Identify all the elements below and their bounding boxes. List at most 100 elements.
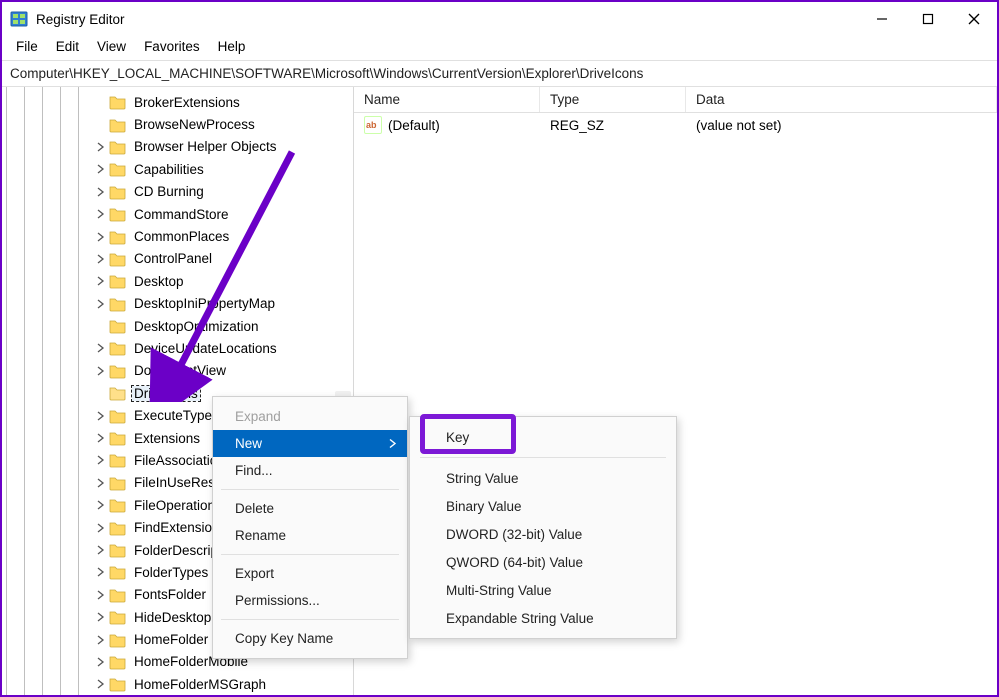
ctx-new-binary[interactable]: Binary Value — [410, 492, 676, 520]
chevron-right-icon[interactable] — [94, 185, 108, 199]
column-header-type[interactable]: Type — [540, 87, 686, 112]
folder-icon — [109, 675, 127, 693]
tree-indent-guides — [6, 87, 96, 695]
chevron-right-icon[interactable] — [94, 162, 108, 176]
ctx-delete[interactable]: Delete — [213, 495, 407, 522]
folder-icon — [109, 228, 127, 246]
chevron-right-icon[interactable] — [94, 610, 108, 624]
tree-item-browser-helper-objects[interactable]: Browser Helper Objects — [92, 136, 353, 158]
minimize-button[interactable] — [859, 4, 905, 34]
tree-item-label: Desktop — [134, 274, 184, 289]
folder-icon — [109, 138, 127, 156]
tree-item-docobjectview[interactable]: DocObjectView — [92, 360, 353, 382]
tree-item-controlpanel[interactable]: ControlPanel — [92, 248, 353, 270]
tree-item-brokerextensions[interactable]: BrokerExtensions — [92, 91, 353, 113]
maximize-button[interactable] — [905, 4, 951, 34]
ctx-new-key[interactable]: Key — [410, 423, 676, 451]
chevron-right-icon[interactable] — [94, 453, 108, 467]
context-menu-main: Expand New Find... Delete Rename Export … — [212, 396, 408, 659]
chevron-right-icon[interactable] — [94, 521, 108, 535]
chevron-right-icon[interactable] — [94, 633, 108, 647]
tree-item-commandstore[interactable]: CommandStore — [92, 203, 353, 225]
tree-item-desktopoptimization[interactable]: DesktopOptimization — [92, 315, 353, 337]
tree-item-label: CD Burning — [134, 184, 204, 199]
chevron-right-icon[interactable] — [94, 341, 108, 355]
ctx-new[interactable]: New — [213, 430, 407, 457]
folder-icon — [109, 272, 127, 290]
ctx-new-label: New — [235, 436, 262, 451]
folder-icon — [109, 160, 127, 178]
tree-item-label: DeviceUpdateLocations — [134, 341, 277, 356]
ctx-new-expandable[interactable]: Expandable String Value — [410, 604, 676, 632]
chevron-right-icon[interactable] — [94, 476, 108, 490]
chevron-right-icon[interactable] — [94, 230, 108, 244]
column-header-name[interactable]: Name — [354, 87, 540, 112]
ctx-find[interactable]: Find... — [213, 457, 407, 484]
tree-item-capabilities[interactable]: Capabilities — [92, 158, 353, 180]
chevron-right-icon[interactable] — [94, 252, 108, 266]
ctx-expand: Expand — [213, 403, 407, 430]
tree-item-homefoldermsgraph[interactable]: HomeFolderMSGraph — [92, 673, 353, 695]
chevron-right-icon[interactable] — [94, 274, 108, 288]
window-controls — [859, 4, 997, 34]
chevron-right-icon[interactable] — [94, 409, 108, 423]
chevron-right-icon[interactable] — [94, 498, 108, 512]
folder-icon — [109, 519, 127, 537]
tree-item-label: Browser Helper Objects — [134, 139, 277, 154]
folder-icon — [109, 339, 127, 357]
chevron-right-icon[interactable] — [94, 543, 108, 557]
menu-edit[interactable]: Edit — [48, 37, 87, 56]
chevron-right-icon[interactable] — [94, 297, 108, 311]
ctx-new-string[interactable]: String Value — [410, 464, 676, 492]
tree-item-label: HomeFolderMSGraph — [134, 677, 266, 692]
menu-view[interactable]: View — [89, 37, 134, 56]
tree-item-deviceupdatelocations[interactable]: DeviceUpdateLocations — [92, 337, 353, 359]
ctx-export[interactable]: Export — [213, 560, 407, 587]
ctx-permissions[interactable]: Permissions... — [213, 587, 407, 614]
chevron-right-icon[interactable] — [94, 431, 108, 445]
tree-item-desktopinipropertymap[interactable]: DesktopIniPropertyMap — [92, 293, 353, 315]
value-row[interactable]: ab (Default) REG_SZ (value not set) — [354, 113, 997, 137]
folder-icon — [109, 317, 127, 335]
ctx-rename[interactable]: Rename — [213, 522, 407, 549]
ctx-copy-key-name[interactable]: Copy Key Name — [213, 625, 407, 652]
title-bar: Registry Editor — [2, 2, 997, 36]
chevron-right-icon[interactable] — [94, 565, 108, 579]
menu-help[interactable]: Help — [210, 37, 254, 56]
menu-favorites[interactable]: Favorites — [136, 37, 208, 56]
tree-item-browsenewprocess[interactable]: BrowseNewProcess — [92, 113, 353, 135]
separator — [221, 619, 399, 620]
ctx-new-qword[interactable]: QWORD (64-bit) Value — [410, 548, 676, 576]
chevron-right-icon[interactable] — [94, 140, 108, 154]
address-bar[interactable]: Computer\HKEY_LOCAL_MACHINE\SOFTWARE\Mic… — [2, 60, 997, 87]
chevron-right-icon — [389, 436, 397, 451]
tree-item-desktop[interactable]: Desktop — [92, 270, 353, 292]
tree-item-label: DesktopOptimization — [134, 319, 259, 334]
folder-icon — [109, 362, 127, 380]
string-value-icon: ab — [364, 116, 382, 134]
chevron-right-icon[interactable] — [94, 655, 108, 669]
tree-item-label: HomeFolder — [134, 632, 208, 647]
menu-file[interactable]: File — [8, 37, 46, 56]
window-title: Registry Editor — [36, 12, 125, 27]
folder-icon — [109, 451, 127, 469]
value-data: (value not set) — [686, 118, 997, 133]
folder-icon — [109, 183, 127, 201]
chevron-right-icon[interactable] — [94, 207, 108, 221]
value-name: (Default) — [388, 118, 440, 133]
separator — [420, 457, 666, 458]
close-button[interactable] — [951, 4, 997, 34]
folder-icon — [109, 541, 127, 559]
registry-editor-window: Registry Editor File Edit View Favorites… — [0, 0, 999, 697]
ctx-new-dword[interactable]: DWORD (32-bit) Value — [410, 520, 676, 548]
chevron-right-icon[interactable] — [94, 677, 108, 691]
tree-item-commonplaces[interactable]: CommonPlaces — [92, 225, 353, 247]
folder-icon — [109, 608, 127, 626]
chevron-right-icon[interactable] — [94, 364, 108, 378]
chevron-right-icon[interactable] — [94, 588, 108, 602]
separator — [221, 489, 399, 490]
regedit-icon — [10, 10, 28, 28]
column-header-data[interactable]: Data — [686, 87, 997, 112]
tree-item-cd-burning[interactable]: CD Burning — [92, 181, 353, 203]
ctx-new-multi[interactable]: Multi-String Value — [410, 576, 676, 604]
